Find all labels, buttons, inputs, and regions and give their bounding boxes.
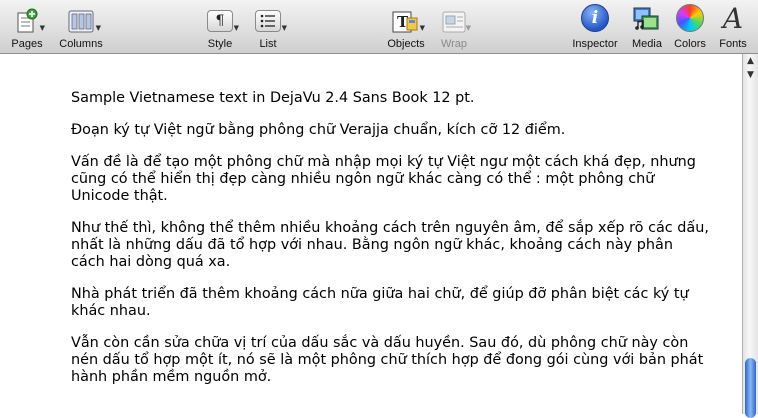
wrap-icon: ▼ xyxy=(440,0,471,34)
inspector-button[interactable]: i Inspector xyxy=(566,0,624,54)
document-body[interactable]: Sample Vietnamese text in DejaVu 2.4 San… xyxy=(71,90,711,401)
columns-button[interactable]: ▼ Columns xyxy=(56,0,106,54)
wrap-button[interactable]: ▼ Wrap xyxy=(436,0,472,54)
objects-button[interactable]: T ▼ Objects xyxy=(384,0,428,54)
document-canvas[interactable]: Sample Vietnamese text in DejaVu 2.4 San… xyxy=(0,54,742,414)
wrap-label: Wrap xyxy=(440,38,468,50)
fonts-icon: A xyxy=(723,0,743,34)
colors-button[interactable]: Colors xyxy=(670,0,710,54)
list-button[interactable]: ▼ List xyxy=(252,0,287,54)
columns-icon: ▼ xyxy=(67,0,101,34)
columns-dropdown-arrow-icon: ▼ xyxy=(95,24,101,32)
wrap-dropdown-arrow-icon: ▼ xyxy=(465,24,471,32)
paragraph-glyph: ¶ xyxy=(215,13,225,29)
colors-label: Colors xyxy=(674,38,706,50)
fonts-label: Fonts xyxy=(719,38,747,50)
paragraph[interactable]: Vẫn còn cần sửa chữa vị trí của dấu sắc … xyxy=(71,335,711,386)
style-dropdown-arrow-icon: ▼ xyxy=(233,24,239,32)
scroll-down-arrow-icon[interactable]: ▼ xyxy=(743,68,758,82)
color-wheel-icon xyxy=(676,0,704,34)
objects-icon: T ▼ xyxy=(390,0,425,34)
scroll-thumb[interactable] xyxy=(745,358,756,418)
style-label: Style xyxy=(207,38,233,50)
toolbar: ▼ Pages ▼ Columns ¶ ▼ Style ▼ List T ▼ O… xyxy=(0,0,758,54)
objects-dropdown-arrow-icon: ▼ xyxy=(419,24,425,32)
inspector-icon: i xyxy=(581,0,609,34)
columns-label: Columns xyxy=(59,38,103,50)
list-label: List xyxy=(259,38,277,50)
pages-button[interactable]: ▼ Pages xyxy=(8,0,46,54)
pages-dropdown-arrow-icon: ▼ xyxy=(39,24,45,32)
media-icon xyxy=(632,0,662,34)
inspector-label: Inspector xyxy=(572,38,618,50)
media-label: Media xyxy=(632,38,662,50)
paragraph[interactable]: Sample Vietnamese text in DejaVu 2.4 San… xyxy=(71,90,711,107)
style-button[interactable]: ¶ ▼ Style xyxy=(204,0,239,54)
list-icon: ▼ xyxy=(255,0,287,34)
paragraph[interactable]: Vấn đề là để tạo một phông chữ mà nhập m… xyxy=(71,154,711,205)
fonts-glyph: A xyxy=(722,2,744,35)
pages-label: Pages xyxy=(11,38,43,50)
paragraph[interactable]: Như thế thì, không thể thêm nhiều khoảng… xyxy=(71,220,711,271)
inspector-glyph: i xyxy=(591,8,599,28)
media-button[interactable]: Media xyxy=(628,0,666,54)
vertical-scrollbar[interactable]: ▲ ▼ xyxy=(742,54,758,418)
fonts-button[interactable]: A Fonts xyxy=(716,0,750,54)
list-dropdown-arrow-icon: ▼ xyxy=(281,24,287,32)
pages-icon: ▼ xyxy=(15,0,45,34)
paragraph[interactable]: Đoạn ký tự Việt ngữ bằng phông chữ Veraj… xyxy=(71,122,711,139)
paragraph[interactable]: Nhà phát triển đã thêm khoảng cách nữa g… xyxy=(71,286,711,320)
scroll-up-arrow-icon[interactable]: ▲ xyxy=(743,54,758,68)
paragraph-icon: ¶ ▼ xyxy=(207,0,239,34)
objects-label: Objects xyxy=(387,38,425,50)
